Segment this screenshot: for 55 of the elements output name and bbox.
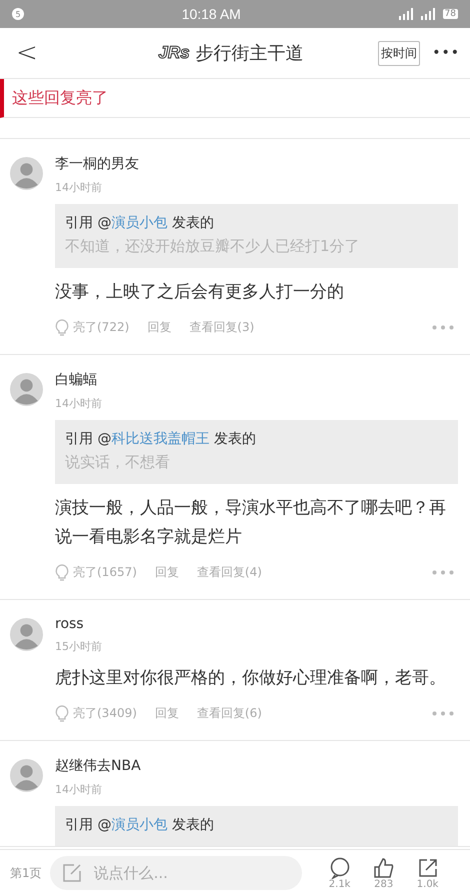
- more-icon[interactable]: [432, 711, 454, 716]
- light-bulb-icon[interactable]: [55, 564, 69, 581]
- clock-time: 10:18 AM: [180, 6, 242, 22]
- post-time: 14小时前: [55, 396, 103, 411]
- more-button[interactable]: •••: [432, 45, 460, 61]
- reply-button[interactable]: 回复: [147, 319, 172, 336]
- section-title: 这些回复亮了: [12, 88, 108, 108]
- user-name[interactable]: 白蝙蝠: [55, 371, 458, 389]
- sort-button[interactable]: 按时间: [378, 40, 420, 66]
- like-button[interactable]: 亮了(1657): [73, 564, 137, 581]
- user-link[interactable]: 科比送我盖帽王: [111, 431, 210, 447]
- comment-text: 没事，上映了之后会有更多人打一分的: [55, 281, 345, 304]
- avatar-icon: [10, 618, 43, 651]
- notification-badge: 5: [12, 8, 24, 20]
- quote-header: 引用 @演员小包 发表的: [65, 816, 215, 834]
- post-time: 14小时前: [55, 180, 103, 195]
- page-title: 步行街主干道: [196, 42, 304, 65]
- post-time: 15小时前: [55, 639, 103, 654]
- quote-text: 不知道，还没开始放豆瓣不少人已经打1分了: [65, 237, 361, 256]
- view-replies-button[interactable]: 查看回复(4): [196, 564, 262, 581]
- user-link[interactable]: 演员小包: [111, 817, 168, 833]
- count-label: 283: [374, 878, 394, 890]
- light-bulb-icon[interactable]: [55, 705, 69, 722]
- reply-button[interactable]: 回复: [154, 705, 179, 722]
- more-icon[interactable]: [432, 570, 454, 575]
- avatar-icon: [10, 373, 43, 406]
- page-number[interactable]: 第1页: [10, 864, 42, 882]
- count-label: 1.0k: [416, 878, 438, 890]
- like-button[interactable]: 亮了(3409): [73, 705, 137, 722]
- comment-icon[interactable]: [328, 856, 351, 878]
- thumbs-up-icon[interactable]: [372, 856, 395, 878]
- avatar-icon: [10, 157, 43, 190]
- like-button[interactable]: 亮了(722): [73, 319, 130, 336]
- more-icon[interactable]: [432, 325, 454, 330]
- count-label: 2.1k: [328, 878, 350, 890]
- avatar-icon: [10, 759, 43, 792]
- share-icon[interactable]: [416, 856, 439, 878]
- user-name[interactable]: 李一桐的男友: [55, 155, 458, 173]
- battery-level: 78: [442, 9, 458, 19]
- user-link[interactable]: 演员小包: [111, 215, 168, 231]
- reply-button[interactable]: 回复: [154, 564, 179, 581]
- view-replies-button[interactable]: 查看回复(6): [196, 705, 262, 722]
- quote-text: 说实话，不想看: [65, 453, 171, 472]
- comment-text: 演技一般，人品一般，导演水平也高不了哪去吧？再说一看电影名字就是烂片: [55, 497, 447, 549]
- back-button[interactable]: <: [10, 38, 44, 68]
- user-name[interactable]: 赵继伟去NBA: [55, 757, 458, 775]
- post-time: 14小时前: [55, 782, 103, 797]
- light-bulb-icon[interactable]: [55, 319, 69, 336]
- view-replies-button[interactable]: 查看回复(3): [189, 319, 254, 336]
- comment-input[interactable]: 说点什么...: [50, 856, 302, 890]
- logo: JRs: [158, 43, 190, 63]
- comment-text: 虎扑这里对你很严格的，你做好心理准备啊，老哥。: [55, 667, 447, 690]
- quote-header: 引用 @演员小包 发表的: [65, 214, 215, 232]
- quote-header: 引用 @科比送我盖帽王 发表的: [65, 430, 257, 448]
- user-name[interactable]: ross: [55, 616, 458, 632]
